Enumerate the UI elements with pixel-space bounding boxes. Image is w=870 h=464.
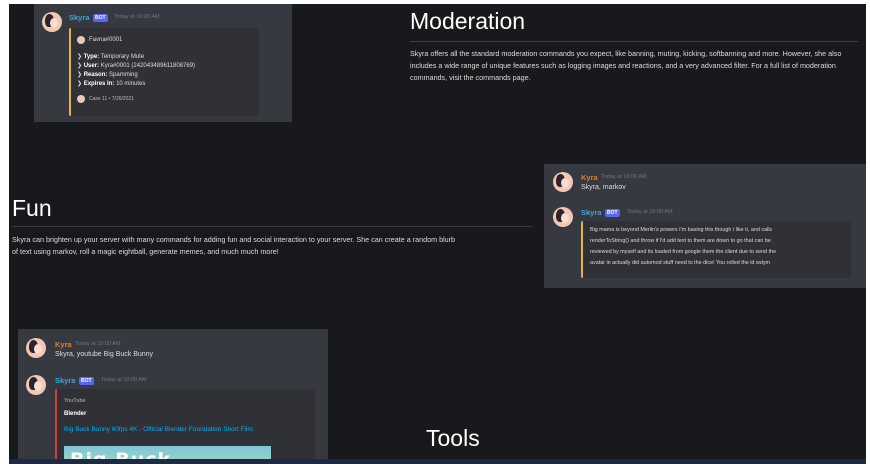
kyra-avatar	[26, 338, 46, 358]
field-reason: ❯ Reason: Spamming	[77, 72, 138, 78]
skyra-avatar	[42, 12, 62, 32]
embed-footer: Case 11 • 7/26/2021	[89, 96, 135, 102]
author-avatar	[77, 36, 85, 44]
bot-name: Skyra	[69, 13, 90, 22]
embed-author: Blender	[64, 411, 87, 417]
markov-line: Big mama is beyond Merlin's powers I'm b…	[590, 227, 773, 233]
bot-name: Skyra	[55, 376, 76, 385]
footer-avatar	[77, 95, 85, 103]
kyra-avatar	[553, 172, 573, 192]
user-message: Skyra, markov	[581, 184, 626, 191]
tools-preview-card: Kyra Today at 10:00 AM Skyra, youtube Bi…	[18, 329, 328, 460]
tools-title: Tools	[426, 425, 480, 451]
bot-badge: BOT	[605, 209, 620, 217]
moderation-title: Moderation	[410, 8, 526, 34]
skyra-avatar	[553, 207, 573, 227]
markov-embed: Big mama is beyond Merlin's powers I'm b…	[581, 221, 851, 278]
user-name: Kyra	[55, 340, 72, 349]
embed-color-bar	[581, 221, 583, 278]
embed-provider: YouTube	[64, 398, 86, 404]
embed-author: Favna#0001	[89, 37, 123, 43]
moderation-embed: Favna#0001 ❯ Type: Temporary Mute ❯ User…	[69, 28, 259, 116]
markov-line: avatar in actually did automod stuff nee…	[590, 260, 771, 266]
user-timestamp: Today at 10:00 AM	[75, 341, 121, 347]
embed-color-bar	[69, 28, 71, 116]
bottom-edge	[9, 459, 866, 464]
bot-badge: BOT	[93, 14, 108, 22]
video-thumbnail[interactable]: Big Buck	[64, 446, 271, 460]
bot-timestamp: Today at 10:00 AM	[627, 209, 673, 215]
field-type: ❯ Type: Temporary Mute	[77, 54, 145, 60]
user-timestamp: Today at 10:00 AM	[601, 174, 647, 180]
skyra-avatar	[26, 375, 46, 395]
fun-title: Fun	[12, 195, 52, 221]
moderation-preview-card: Skyra BOT Today at 10:00 AM Favna#0001 ❯…	[34, 4, 292, 122]
moderation-divider	[410, 41, 858, 42]
user-name: Kyra	[581, 173, 598, 182]
bot-timestamp: Today at 10:00 AM	[101, 377, 147, 383]
video-title-link[interactable]: Big Buck Bunny 60fps 4K - Official Blend…	[64, 426, 253, 433]
fun-description: Skyra can brighten up your server with m…	[12, 235, 456, 256]
markov-line: renderToString() and throw if I'd add te…	[590, 238, 771, 244]
message-timestamp: Today at 10:00 AM	[114, 14, 160, 20]
field-expires: ❯ Expires In: 10 minutes	[77, 81, 146, 87]
embed-color-bar	[55, 389, 57, 460]
fun-divider	[12, 226, 532, 227]
field-user: ❯ User: Kyra#0001 (242043489611808769)	[77, 63, 196, 69]
fun-preview-card: Kyra Today at 10:00 AM Skyra, markov Sky…	[544, 164, 866, 288]
user-message: Skyra, youtube Big Buck Bunny	[55, 351, 154, 358]
bot-badge: BOT	[79, 377, 94, 385]
page-background: Skyra BOT Today at 10:00 AM Favna#0001 ❯…	[9, 4, 866, 460]
bot-name: Skyra	[581, 208, 602, 217]
moderation-description: Skyra offers all the standard moderation…	[410, 49, 842, 82]
markov-line: reviewed by myself and its loaded from g…	[590, 249, 777, 255]
youtube-embed: YouTube Blender Big Buck Bunny 60fps 4K …	[55, 389, 315, 460]
